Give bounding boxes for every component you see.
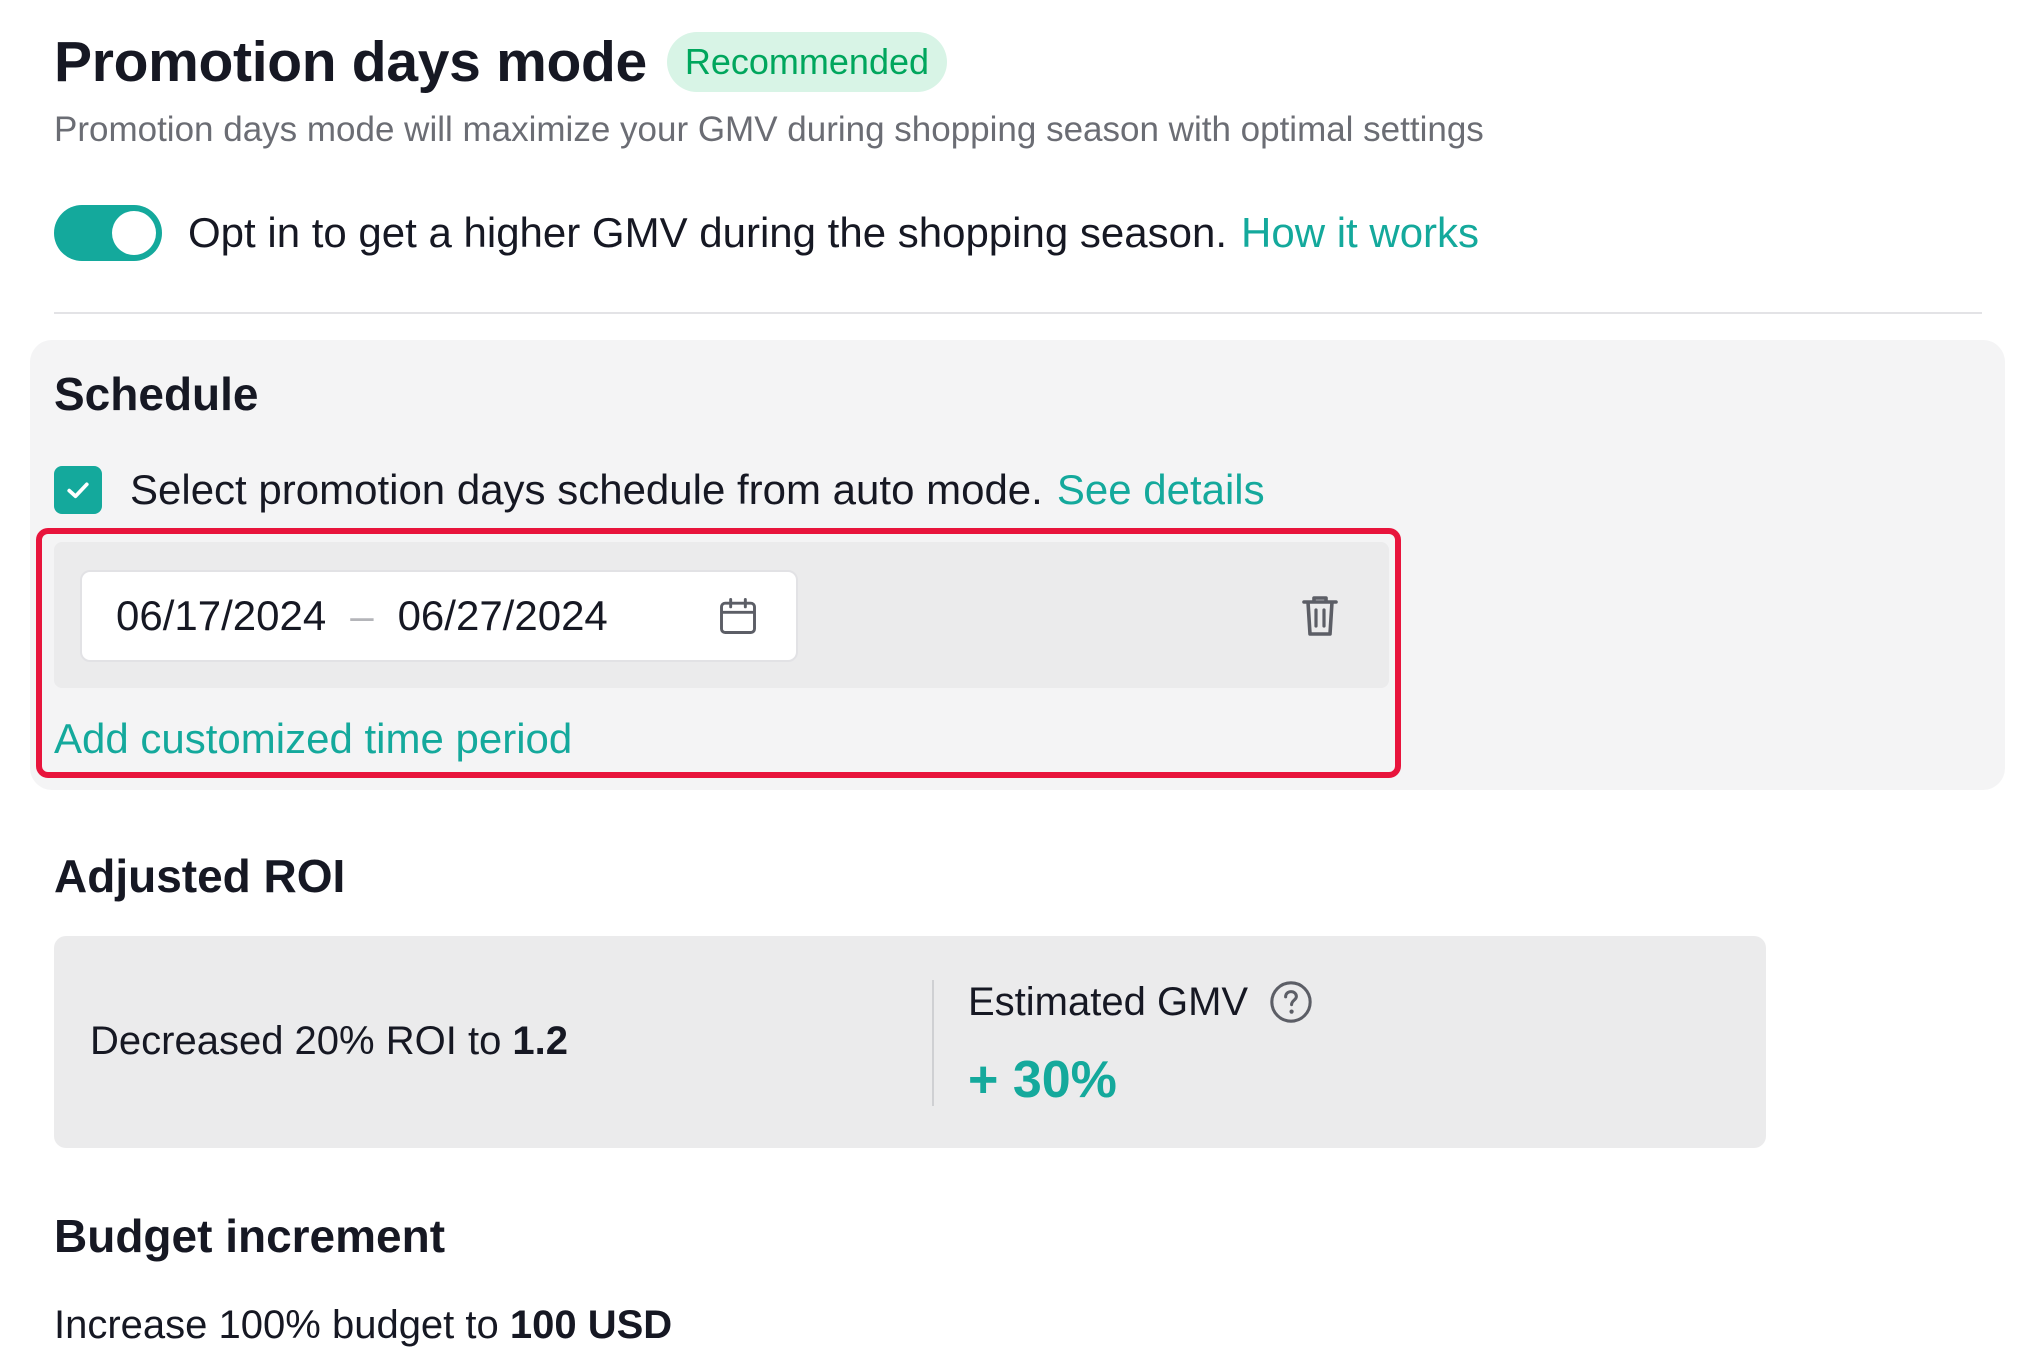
check-icon (67, 482, 89, 499)
roi-decrease-label: Decreased 20% ROI to (90, 1019, 513, 1063)
auto-mode-row: Select promotion days schedule from auto… (54, 462, 1265, 518)
estimated-gmv-label: Estimated GMV (968, 980, 1249, 1024)
auto-mode-text: Select promotion days schedule from auto… (130, 462, 1265, 518)
roi-divider (932, 980, 934, 1106)
budget-text: Increase 100% budget to 100 USD (54, 1300, 672, 1350)
roi-value: 1.2 (512, 1019, 569, 1063)
opt-in-label: Opt in to get a higher GMV during the sh… (188, 209, 1227, 256)
opt-in-row: Opt in to get a higher GMV during the sh… (54, 205, 1479, 261)
page-subtitle: Promotion days mode will maximize your G… (54, 110, 1484, 149)
budget-label: Increase 100% budget to (54, 1303, 510, 1347)
recommended-badge: Recommended (666, 32, 948, 92)
roi-decrease-text: Decreased 20% ROI to 1.2 (90, 1015, 568, 1067)
auto-mode-checkbox[interactable] (54, 466, 102, 514)
toggle-knob (112, 211, 156, 255)
opt-in-toggle[interactable] (54, 205, 162, 261)
section-divider (54, 312, 1982, 314)
schedule-title: Schedule (54, 368, 259, 420)
roi-title: Adjusted ROI (54, 850, 346, 902)
estimated-gmv-row: Estimated GMV (968, 976, 1314, 1028)
auto-mode-label: Select promotion days schedule from auto… (130, 466, 1043, 513)
help-circle-icon[interactable] (1268, 979, 1314, 1025)
page-title: Promotion days mode (54, 30, 647, 94)
how-it-works-link[interactable]: How it works (1241, 209, 1479, 256)
promotion-days-page: Promotion days mode Recommended Promotio… (0, 0, 2033, 1351)
estimated-gmv-value: + 30% (968, 1051, 1117, 1109)
highlight-annotation (36, 528, 1401, 778)
budget-title: Budget increment (54, 1210, 446, 1262)
see-details-link[interactable]: See details (1057, 466, 1265, 513)
opt-in-text: Opt in to get a higher GMV during the sh… (188, 205, 1479, 261)
title-row: Promotion days mode Recommended (54, 28, 948, 96)
budget-value: 100 USD (509, 1303, 673, 1347)
